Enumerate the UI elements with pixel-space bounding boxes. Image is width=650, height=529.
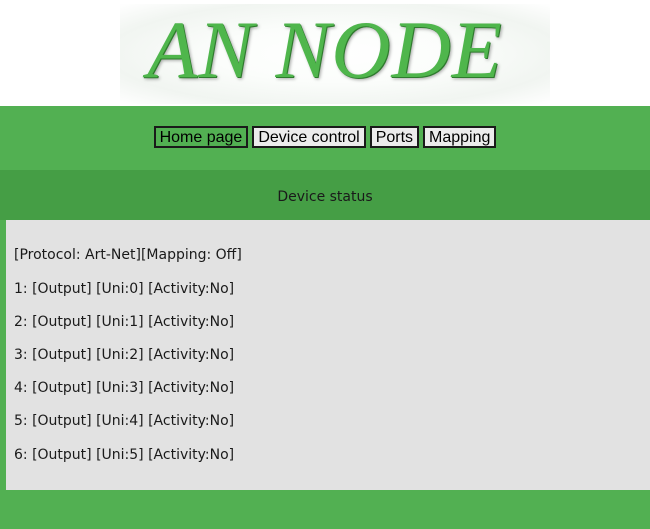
port-status-3: 3: [Output] [Uni:2] [Activity:No]	[14, 347, 235, 363]
nav-bar: Home page Device control Ports Mapping	[0, 106, 650, 170]
status-summary: [Protocol: Art-Net][Mapping: Off]	[14, 247, 242, 263]
section-title: Device status	[0, 170, 650, 220]
port-status-1: 1: [Output] [Uni:0] [Activity:No]	[14, 281, 235, 297]
nav-home-page-button[interactable]: Home page	[153, 126, 249, 148]
port-status-4: 4: [Output] [Uni:3] [Activity:No]	[14, 380, 235, 396]
nav-device-control-button[interactable]: Device control	[252, 126, 366, 148]
port-status-5: 5: [Output] [Uni:4] [Activity:No]	[14, 413, 235, 429]
logo-area: AN NODE	[0, 0, 650, 106]
logo-title: AN NODE	[147, 4, 503, 95]
status-panel: [Protocol: Art-Net][Mapping: Off] 1: [Ou…	[6, 220, 650, 490]
port-status-6: 6: [Output] [Uni:5] [Activity:No]	[14, 447, 235, 463]
nav-mapping-button[interactable]: Mapping	[423, 126, 497, 148]
nav-ports-button[interactable]: Ports	[369, 126, 420, 148]
nav-buttons: Home page Device control Ports Mapping	[0, 126, 650, 148]
page: AN NODE Home page Device control Ports M…	[0, 0, 650, 529]
content-frame: [Protocol: Art-Net][Mapping: Off] 1: [Ou…	[0, 220, 650, 529]
port-status-2: 2: [Output] [Uni:1] [Activity:No]	[14, 314, 235, 330]
